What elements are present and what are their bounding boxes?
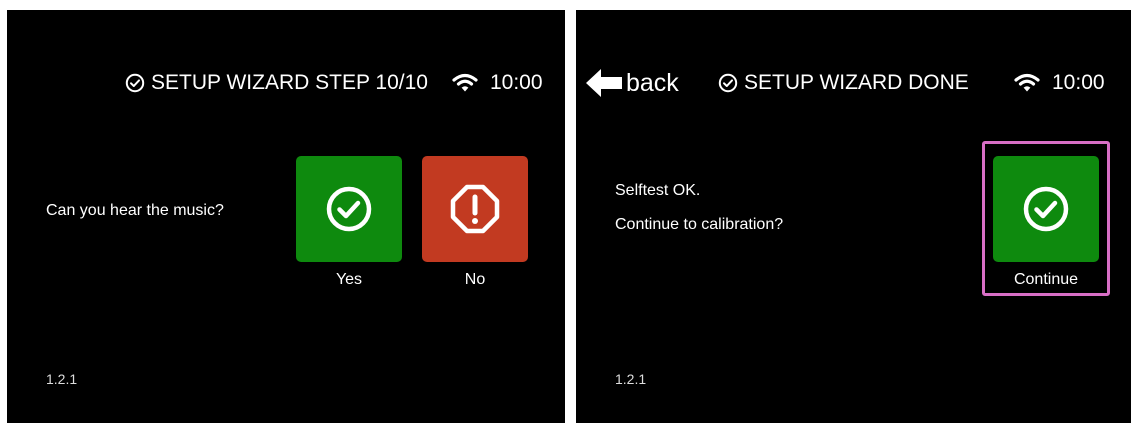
back-button[interactable]: back <box>586 69 679 97</box>
status-indicators: 10:00 <box>1014 69 1105 97</box>
status-bar: SETUP WIZARD STEP 10/10 10:00 <box>125 69 543 97</box>
wifi-icon <box>1014 73 1040 92</box>
check-circle-icon <box>326 186 372 232</box>
check-circle-icon <box>718 73 738 93</box>
calibration-prompt: Continue to calibration? <box>615 216 784 233</box>
clock: 10:00 <box>1052 71 1105 94</box>
clock: 10:00 <box>489 71 543 94</box>
wizard-title: SETUP WIZARD DONE <box>744 71 969 94</box>
continue-label: Continue <box>1013 271 1079 288</box>
wifi-icon <box>452 73 478 92</box>
question-text: Can you hear the music? <box>46 202 224 219</box>
continue-button[interactable] <box>993 156 1099 262</box>
arrow-left-icon <box>586 69 622 97</box>
stop-warning-icon <box>450 184 500 234</box>
setup-step-screen: SETUP WIZARD STEP 10/10 10:00 Can you he… <box>7 10 565 423</box>
setup-done-screen: back SETUP WIZARD DONE 10:00 Selftest OK… <box>576 10 1131 423</box>
version-label: 1.2.1 <box>615 371 647 387</box>
status-bar: SETUP WIZARD DONE <box>718 69 969 97</box>
no-button[interactable] <box>422 156 528 262</box>
selftest-message: Selftest OK. <box>615 182 701 199</box>
yes-button[interactable] <box>296 156 402 262</box>
back-label: back <box>626 68 679 97</box>
yes-label: Yes <box>335 271 363 288</box>
check-circle-icon <box>1023 186 1069 232</box>
no-label: No <box>464 271 486 288</box>
version-label: 1.2.1 <box>46 371 78 387</box>
wizard-title: SETUP WIZARD STEP 10/10 <box>151 71 428 94</box>
check-circle-icon <box>125 73 145 93</box>
